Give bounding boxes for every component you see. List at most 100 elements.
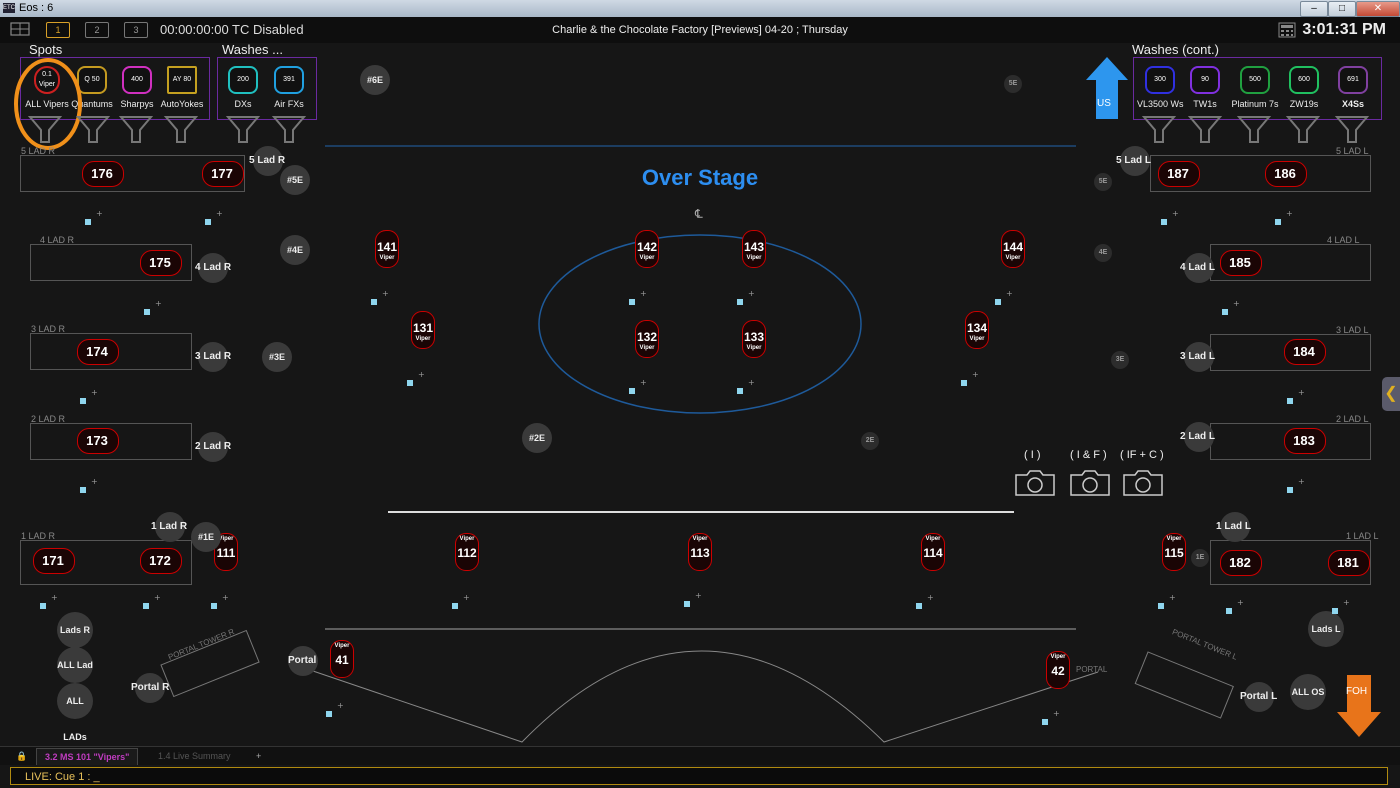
group-1e[interactable]: #1E <box>191 522 221 552</box>
fixture-type: Viper <box>415 336 431 342</box>
position-5e-b[interactable]: 5E <box>1094 173 1112 191</box>
fixture-number: 184 <box>1293 344 1315 359</box>
fixture-112[interactable]: Viper 112 <box>452 533 482 571</box>
fixture-143[interactable]: 143 Viper <box>739 230 769 268</box>
group-portal-l[interactable]: Portal L <box>1240 691 1277 702</box>
us-label: US <box>1097 98 1111 109</box>
fixture-185[interactable]: 185 <box>1220 250 1264 276</box>
group-2e[interactable]: #2E <box>522 423 552 453</box>
fixture-172[interactable]: 172 <box>140 548 184 574</box>
fixture-number: 143 <box>743 240 765 254</box>
fixture-183[interactable]: 183 <box>1284 428 1328 454</box>
group-5-lad-r[interactable]: 5 Lad R <box>249 155 285 166</box>
group-4-lad-r[interactable]: 4 Lad R <box>195 262 231 273</box>
fixture-type: Viper <box>639 255 655 261</box>
fixture-175[interactable]: 175 <box>140 250 184 276</box>
fixture-type: Viper <box>692 536 708 542</box>
group-all-lad-v[interactable]: ALL Lad V <box>57 647 93 706</box>
tab-vipers[interactable]: 3.2 MS 101 "Vipers" <box>36 748 139 765</box>
fixture-142[interactable]: 142 Viper <box>632 230 662 268</box>
add-tab-button[interactable]: + <box>248 748 269 764</box>
fixture-number: 131 <box>412 321 434 335</box>
stage-title: Over Stage <box>641 165 759 190</box>
fixture-144[interactable]: 144 Viper <box>998 230 1028 268</box>
position-3e[interactable]: 3E <box>1111 351 1129 369</box>
fixture-type: Viper <box>746 255 762 261</box>
fixture-number: 173 <box>86 433 108 448</box>
fixture-number: 171 <box>42 553 64 568</box>
fixture-number: 177 <box>211 166 233 181</box>
group-3e[interactable]: #3E <box>262 342 292 372</box>
group-all-os[interactable]: ALL OS <box>1290 674 1326 710</box>
group-2-lad-r[interactable]: 2 Lad R <box>195 441 231 452</box>
command-line[interactable]: LIVE: Cue 1 : _ <box>10 767 1388 785</box>
fixture-141[interactable]: 141 Viper <box>372 230 402 268</box>
fixture-number: 174 <box>86 344 108 359</box>
group-1-lad-r[interactable]: 1 Lad R <box>151 521 187 532</box>
group-lads-l[interactable]: Lads L <box>1308 611 1344 647</box>
lock-icon[interactable]: 🔒 <box>8 748 35 764</box>
fixture-131[interactable]: 131 Viper <box>408 311 438 349</box>
group-1-lad-l[interactable]: 1 Lad L <box>1216 521 1251 532</box>
camera-label: ( I ) <box>1024 449 1041 461</box>
fixture-181[interactable]: 181 <box>1328 550 1372 576</box>
fixture-186[interactable]: 186 <box>1265 161 1309 187</box>
fixture-187[interactable]: 187 <box>1158 161 1202 187</box>
position-1e[interactable]: 1E <box>1191 549 1209 567</box>
fixture-176[interactable]: 176 <box>82 161 126 187</box>
fixture-number: 142 <box>636 240 658 254</box>
ladder-label: 1 LAD R <box>21 531 56 541</box>
fixture-number: 114 <box>923 546 943 560</box>
fixture-number: 112 <box>457 546 477 560</box>
position-4e[interactable]: 4E <box>1094 244 1112 262</box>
group-all-lads[interactable]: ALL LADs <box>57 683 93 742</box>
fixture-132[interactable]: 132 Viper <box>632 320 662 358</box>
fixture-number: 182 <box>1229 555 1251 570</box>
fixture-number: 175 <box>149 255 171 270</box>
group-lads-r[interactable]: Lads R <box>57 612 93 648</box>
foh-arrow-icon[interactable] <box>1336 674 1382 738</box>
fixture-184[interactable]: 184 <box>1284 339 1328 365</box>
group-4-lad-l[interactable]: 4 Lad L <box>1180 262 1215 273</box>
tab-live-summary[interactable]: 1.4 Live Summary <box>150 748 239 764</box>
fixture-171[interactable]: 171 <box>33 548 77 574</box>
camera-icon[interactable] <box>1123 470 1163 496</box>
upstage-arrow-icon[interactable] <box>1085 56 1129 120</box>
fixture-type: Viper <box>1050 654 1066 660</box>
position-5e[interactable]: 5E <box>1004 75 1022 93</box>
fixture-182[interactable]: 182 <box>1220 550 1264 576</box>
group-3-lad-l[interactable]: 3 Lad L <box>1180 351 1215 362</box>
fixture-type: Viper <box>1005 255 1021 261</box>
fixture-115[interactable]: Viper 115 <box>1159 533 1189 571</box>
fixture-174[interactable]: 174 <box>77 339 121 365</box>
fixture-114[interactable]: Viper 114 <box>918 533 948 571</box>
group-2-lad-l[interactable]: 2 Lad L <box>1180 431 1215 442</box>
camera-icon[interactable] <box>1070 470 1110 496</box>
fixture-type: Viper <box>379 255 395 261</box>
fixture-number: 41 <box>335 653 349 667</box>
group-5e[interactable]: #5E <box>280 165 310 195</box>
fixture-113[interactable]: Viper 113 <box>685 533 715 571</box>
position-2e[interactable]: 2E <box>861 432 879 450</box>
fixture-42[interactable]: Viper 42 <box>1043 651 1073 689</box>
fixture-number: 187 <box>1167 166 1189 181</box>
fixture-177[interactable]: 177 <box>202 161 246 187</box>
group-5-lad-l[interactable]: 5 Lad L <box>1116 155 1151 166</box>
tab-bar: 🔒 3.2 MS 101 "Vipers" 1.4 Live Summary + <box>0 746 1400 765</box>
fixture-133[interactable]: 133 Viper <box>739 320 769 358</box>
fixture-number: 134 <box>966 321 988 335</box>
ladder-label: 3 LAD L <box>1336 325 1369 335</box>
group-portal[interactable]: Portal <box>288 655 316 666</box>
collapse-panel-icon[interactable]: ❮ <box>1382 377 1400 411</box>
ladder-label: 4 LAD R <box>40 235 75 245</box>
fixture-134[interactable]: 134 Viper <box>962 311 992 349</box>
camera-icon[interactable] <box>1015 470 1055 496</box>
group-6e[interactable]: #6E <box>360 65 390 95</box>
fixture-41[interactable]: Viper 41 <box>327 640 357 678</box>
group-3-lad-r[interactable]: 3 Lad R <box>195 351 231 362</box>
group-4e[interactable]: #4E <box>280 235 310 265</box>
portal-label: PORTAL <box>1076 665 1108 674</box>
group-portal-r[interactable]: Portal R <box>131 682 169 693</box>
fixture-type: Viper <box>334 643 350 649</box>
fixture-173[interactable]: 173 <box>77 428 121 454</box>
